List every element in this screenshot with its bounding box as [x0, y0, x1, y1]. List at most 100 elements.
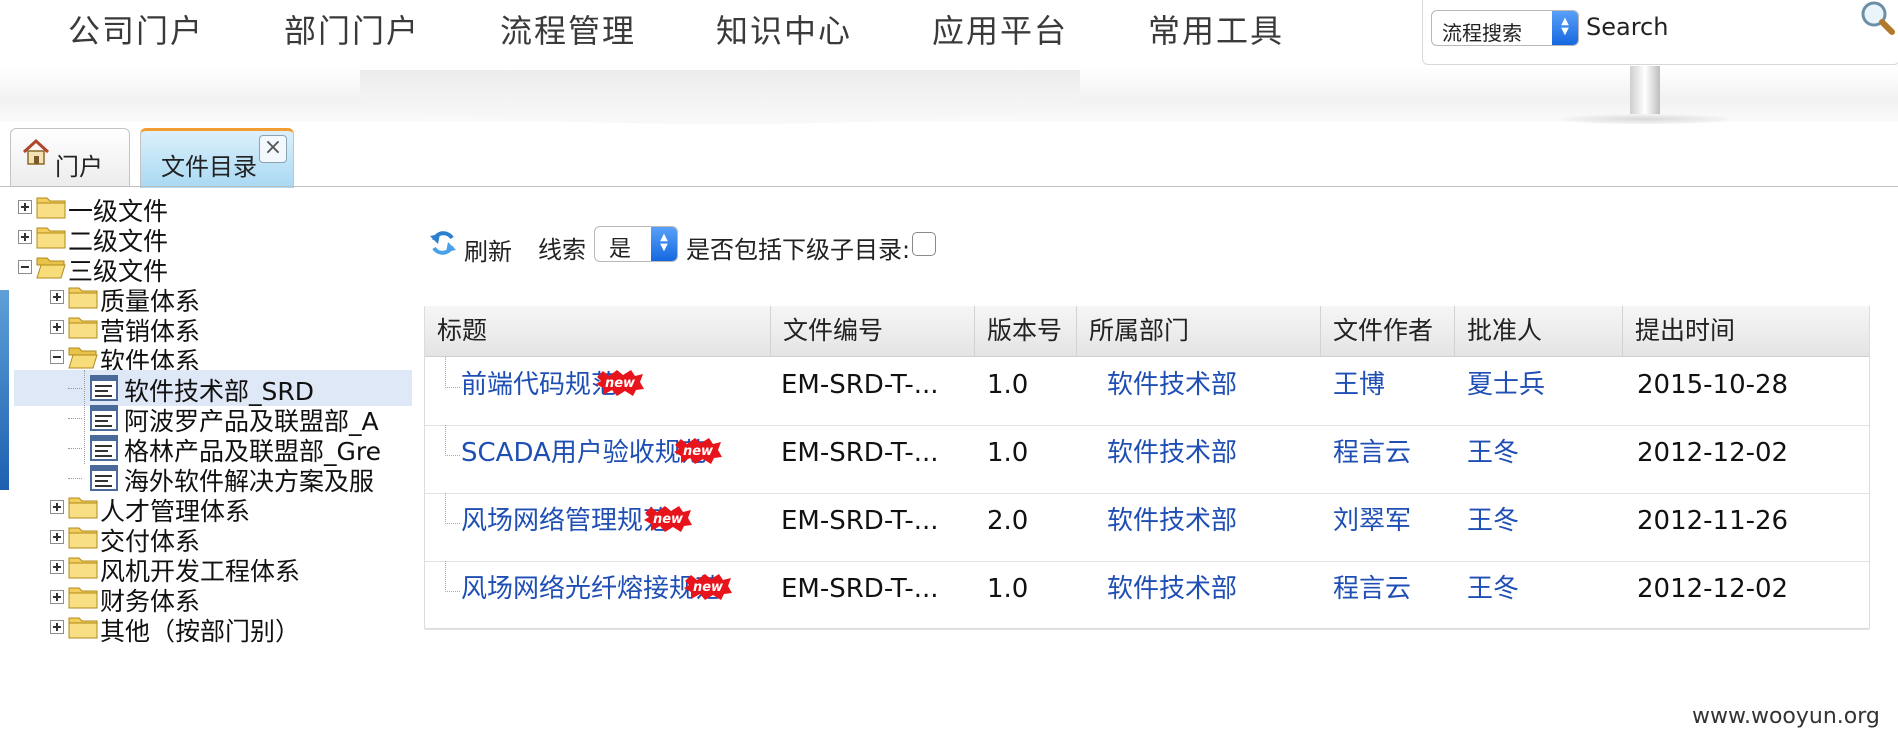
tab-bar-divider — [0, 186, 1898, 187]
cell-file-code: EM-SRD-T-... — [781, 574, 939, 604]
close-icon[interactable]: × — [259, 135, 287, 163]
refresh-icon[interactable] — [428, 228, 458, 258]
new-badge-icon: new — [673, 437, 723, 465]
clue-select[interactable]: 是 ▲ ▼ — [594, 226, 678, 262]
folder-open-icon — [68, 344, 98, 370]
folder-icon — [36, 224, 66, 250]
svg-text:new: new — [605, 376, 636, 391]
expand-plus-icon[interactable] — [50, 500, 64, 514]
collapse-minus-icon[interactable] — [18, 260, 32, 274]
cell-date: 2012-12-02 — [1637, 574, 1789, 604]
top-header: 公司门户 部门门户 流程管理 知识中心 应用平台 常用工具 流程搜索 ▲ ▼ — [0, 0, 1898, 124]
chevron-updown-icon: ▲ ▼ — [1552, 11, 1578, 45]
include-subdir-label: 是否包括下级子目录: — [686, 236, 911, 264]
folder-icon — [68, 284, 98, 310]
cell-date: 2012-11-26 — [1637, 506, 1789, 536]
cell-author-link[interactable]: 刘翠军 — [1333, 493, 1455, 561]
document-icon — [90, 405, 118, 431]
cell-department-link[interactable]: 软件技术部 — [1107, 493, 1321, 561]
cell-author-link[interactable]: 程言云 — [1333, 561, 1455, 629]
svg-text:new: new — [653, 512, 684, 527]
cell-version: 1.0 — [987, 438, 1029, 468]
header-decoration — [360, 70, 1080, 124]
search-input[interactable] — [1586, 12, 1856, 42]
cell-approver-link[interactable]: 王冬 — [1467, 493, 1623, 561]
nav-item-knowledge-center[interactable]: 知识中心 — [716, 6, 852, 52]
column-header-date[interactable]: 提出时间 — [1623, 306, 1869, 356]
column-header-title[interactable]: 标题 — [425, 306, 771, 356]
tree-connector — [84, 370, 85, 464]
expand-plus-icon[interactable] — [50, 620, 64, 634]
expand-plus-icon[interactable] — [18, 230, 32, 244]
cell-department-link[interactable]: 软件技术部 — [1107, 425, 1321, 493]
document-icon — [90, 375, 118, 401]
folder-icon — [68, 524, 98, 550]
table-row[interactable]: SCADA用户验收规范 new EM-SRD-T-... 1.0 软件技术部 程言云 王冬 2… — [425, 425, 1869, 494]
chevron-updown-icon: ▲ ▼ — [651, 227, 677, 261]
folder-icon — [68, 314, 98, 340]
new-badge-icon: new — [595, 369, 645, 397]
folder-icon — [68, 554, 98, 580]
header-decoration-shadow — [1560, 114, 1730, 124]
nav-item-company-portal[interactable]: 公司门户 — [68, 6, 204, 52]
column-header-file-code[interactable]: 文件编号 — [771, 306, 975, 356]
tree-node-label: 其他（按部门别） — [100, 617, 301, 646]
nav-item-app-platform[interactable]: 应用平台 — [932, 6, 1068, 52]
cell-department-link[interactable]: 软件技术部 — [1107, 561, 1321, 629]
svg-text:new: new — [693, 580, 724, 595]
cell-version: 1.0 — [987, 370, 1029, 400]
cell-version: 1.0 — [987, 574, 1029, 604]
refresh-button[interactable]: 刷新 — [464, 232, 512, 267]
table-row[interactable]: 风场网络管理规范 new EM-SRD-T-... 2.0 软件技术部 刘翠军 王冬 2012… — [425, 493, 1869, 562]
nav-item-dept-portal[interactable]: 部门门户 — [284, 6, 420, 52]
home-icon — [22, 138, 50, 165]
cell-date: 2015-10-28 — [1637, 370, 1789, 400]
cell-title-link[interactable]: 风场网络管理规范 — [461, 493, 771, 561]
tab-file-directory[interactable]: 文件目录 × — [140, 128, 294, 188]
tree-node-other[interactable]: 其他（按部门别） — [10, 610, 412, 646]
document-icon — [90, 465, 118, 491]
search-type-value: 流程搜索 — [1442, 21, 1522, 45]
cell-title-link[interactable]: SCADA用户验收规范 — [461, 425, 771, 493]
watermark: www.wooyun.org — [1692, 704, 1880, 729]
cell-approver-link[interactable]: 王冬 — [1467, 425, 1623, 493]
search-type-select[interactable]: 流程搜索 ▲ ▼ — [1431, 10, 1579, 46]
expand-plus-icon[interactable] — [50, 560, 64, 574]
nav-item-process-mgmt[interactable]: 流程管理 — [500, 6, 636, 52]
table-row[interactable]: 前端代码规范 new EM-SRD-T-... 1.0 软件技术部 王博 夏士兵 2015-1… — [425, 357, 1869, 426]
tree-connector — [68, 418, 82, 419]
column-header-author[interactable]: 文件作者 — [1321, 306, 1455, 356]
column-header-approver[interactable]: 批准人 — [1455, 306, 1623, 356]
cell-author-link[interactable]: 程言云 — [1333, 425, 1455, 493]
tree-connector — [445, 493, 460, 524]
cell-approver-link[interactable]: 夏士兵 — [1467, 357, 1623, 425]
expand-plus-icon[interactable] — [50, 290, 64, 304]
expand-plus-icon[interactable] — [50, 590, 64, 604]
column-header-department[interactable]: 所属部门 — [1077, 306, 1321, 356]
search-icon[interactable] — [1858, 0, 1896, 46]
column-header-version[interactable]: 版本号 — [975, 306, 1077, 356]
nav-item-common-tools[interactable]: 常用工具 — [1148, 6, 1284, 52]
cell-file-code: EM-SRD-T-... — [781, 506, 939, 536]
table-row[interactable]: 风场网络光纤熔接规范 new EM-SRD-T-... 1.0 软件技术部 程言云 王冬 20… — [425, 561, 1869, 630]
cell-department-link[interactable]: 软件技术部 — [1107, 357, 1321, 425]
cell-author-link[interactable]: 王博 — [1333, 357, 1455, 425]
tree-connector — [68, 448, 82, 449]
clue-label: 线索 — [538, 236, 586, 264]
collapse-minus-icon[interactable] — [50, 350, 64, 364]
tab-portal-label: 门户 — [55, 153, 103, 181]
file-table: 标题 文件编号 版本号 所属部门 文件作者 批准人 提出时间 前端代码规范 new… — [424, 306, 1870, 630]
cell-approver-link[interactable]: 王冬 — [1467, 561, 1623, 629]
cell-file-code: EM-SRD-T-... — [781, 438, 939, 468]
search-box: 流程搜索 ▲ ▼ — [1422, 0, 1898, 65]
cell-version: 2.0 — [987, 506, 1029, 536]
expand-plus-icon[interactable] — [18, 200, 32, 214]
expand-plus-icon[interactable] — [50, 320, 64, 334]
folder-icon — [36, 194, 66, 220]
folder-icon — [68, 614, 98, 640]
include-subdir-checkbox[interactable] — [912, 232, 936, 256]
tab-portal[interactable]: 门户 — [10, 128, 130, 187]
clue-select-value: 是 — [609, 237, 632, 262]
expand-plus-icon[interactable] — [50, 530, 64, 544]
tree-connector — [445, 425, 460, 456]
